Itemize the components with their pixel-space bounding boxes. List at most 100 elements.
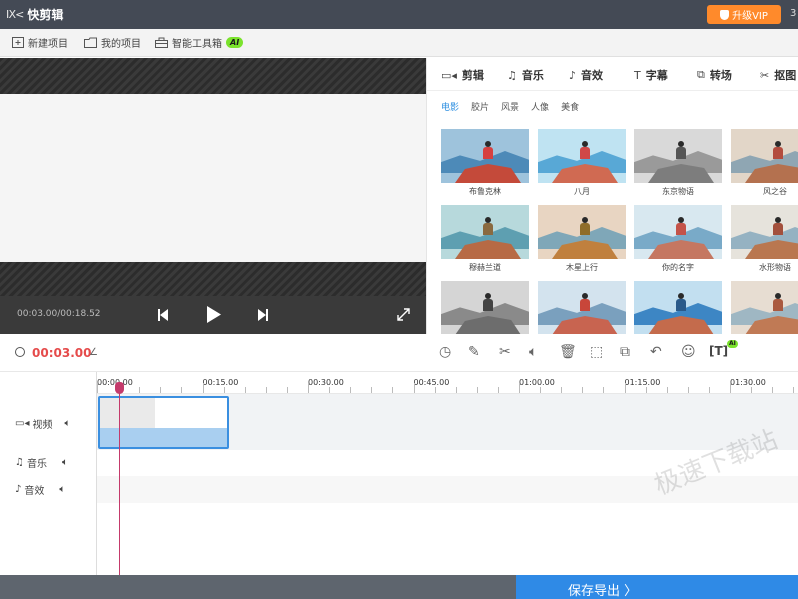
- filter-thumbnail[interactable]: [441, 205, 529, 259]
- speed-icon[interactable]: ◷: [439, 344, 451, 360]
- ruler-minor-tick: [223, 387, 225, 393]
- tab-sfx[interactable]: ♪ 音效: [569, 67, 603, 83]
- my-projects-button[interactable]: 我的项目: [84, 35, 141, 50]
- sticker-icon[interactable]: ☺: [681, 344, 696, 360]
- thumb-person: [483, 217, 493, 241]
- preview-letterbox-top: [0, 58, 426, 94]
- ruler-tick: [308, 383, 309, 393]
- playhead-line: [119, 384, 120, 575]
- tab-cutout[interactable]: ✂ 抠图: [760, 67, 796, 83]
- filter-thumbnail[interactable]: [441, 281, 529, 335]
- undo-icon[interactable]: ↶: [650, 344, 662, 360]
- video-track-label: 视频: [32, 419, 53, 431]
- timeline-ruler[interactable]: 00:00.0000:15.0000:30.0000:45.0001:00.00…: [97, 372, 798, 394]
- tab-transition-label: 转场: [709, 69, 732, 82]
- ai-mini-badge: AI: [727, 340, 738, 348]
- filter-thumbnail[interactable]: [441, 129, 529, 183]
- filter-label: 穆赫兰道: [469, 263, 501, 272]
- current-time: 00:03.00: [32, 346, 92, 360]
- ai-badge: AI: [226, 37, 244, 48]
- ruler-label: 00:30.00: [308, 378, 344, 387]
- ruler-minor-tick: [350, 387, 352, 393]
- music-icon: ♫: [507, 68, 517, 82]
- filter-thumbnail[interactable]: [731, 205, 798, 259]
- track-video: ▭◂ 视频 🔈︎: [0, 408, 97, 438]
- title-bar: Ⅸ< 快剪辑 升级VIP 3: [0, 0, 798, 29]
- filter-label: 八月: [574, 187, 590, 196]
- scissors-icon[interactable]: ✂: [499, 344, 511, 360]
- video-preview[interactable]: 00:03.00/00:18.52: [0, 58, 426, 334]
- tab-edit-label: 剪辑: [461, 69, 484, 82]
- smart-toolbox-button[interactable]: 智能工具箱 AI: [155, 35, 244, 50]
- thumb-person: [580, 293, 590, 317]
- ruler-minor-tick: [329, 387, 331, 393]
- filter-thumbnail[interactable]: [538, 205, 626, 259]
- ruler-tick: [519, 383, 520, 393]
- music-track-icon: ♫: [15, 456, 24, 468]
- folder-icon: [84, 37, 97, 48]
- sfx-track-mute-icon[interactable]: 🔈︎: [59, 484, 65, 495]
- music-track-mute-icon[interactable]: 🔈︎: [62, 457, 68, 468]
- volume-icon[interactable]: 🔈︎: [529, 344, 537, 360]
- subtab-film[interactable]: 胶片: [471, 100, 489, 113]
- menu-bar: 新建项目 我的项目 智能工具箱 AI: [0, 29, 798, 57]
- subtab-food[interactable]: 美食: [561, 100, 579, 113]
- app-logo-icon: Ⅸ<: [6, 8, 24, 21]
- ruler-minor-tick: [687, 387, 689, 393]
- thumb-person: [773, 141, 783, 165]
- tab-transition[interactable]: ⧉ 转场: [697, 67, 732, 83]
- ruler-tick: [97, 383, 98, 393]
- ruler-minor-tick: [793, 387, 795, 393]
- thumb-person: [483, 141, 493, 165]
- ai-subtitle-icon[interactable]: [T]: [709, 344, 728, 358]
- ruler-minor-tick: [371, 387, 373, 393]
- filter-thumbnail[interactable]: [634, 281, 722, 335]
- filter-thumbnail[interactable]: [634, 129, 722, 183]
- filter-thumbnail[interactable]: [538, 129, 626, 183]
- tab-music[interactable]: ♫ 音乐: [507, 67, 544, 83]
- new-project-icon: [12, 37, 24, 48]
- previous-frame-icon[interactable]: [158, 309, 168, 321]
- toolbox-icon: [155, 37, 168, 48]
- thumb-person: [676, 293, 686, 317]
- window-control[interactable]: 3: [790, 8, 796, 19]
- upgrade-vip-button[interactable]: 升级VIP: [707, 5, 781, 24]
- tab-edit[interactable]: ▭◂ 剪辑: [441, 67, 484, 83]
- new-project-button[interactable]: 新建项目: [12, 35, 68, 50]
- filter-thumbnail[interactable]: [731, 281, 798, 335]
- video-clip[interactable]: [98, 396, 229, 449]
- my-projects-label: 我的项目: [101, 39, 141, 50]
- subtab-landscape[interactable]: 风景: [501, 100, 519, 113]
- ruler-minor-tick: [139, 387, 141, 393]
- text-icon: T: [634, 68, 641, 82]
- edit-icon: ▭◂: [441, 68, 457, 82]
- sfx-track-icon: ♪: [15, 483, 22, 495]
- filter-label: 东京物语: [662, 187, 694, 196]
- pencil-icon[interactable]: ✎: [468, 344, 480, 360]
- filter-thumbnail[interactable]: [634, 205, 722, 259]
- playhead-handle[interactable]: [115, 382, 124, 394]
- filter-thumbnail[interactable]: [731, 129, 798, 183]
- player-controls: 00:03.00/00:18.52: [0, 296, 426, 334]
- ruler-minor-tick: [603, 387, 605, 393]
- crop-icon[interactable]: ⬚: [590, 344, 603, 360]
- ruler-label: 01:00.00: [519, 378, 555, 387]
- thumb-person: [773, 217, 783, 241]
- delete-icon[interactable]: 🗑︎: [559, 344, 577, 360]
- copy-icon[interactable]: ⧉: [620, 344, 630, 360]
- smart-toolbox-label: 智能工具箱: [172, 39, 222, 50]
- edit-time-icon[interactable]: ∠: [89, 347, 98, 358]
- ruler-minor-tick: [265, 387, 267, 393]
- ruler-minor-tick: [497, 387, 499, 393]
- subtab-portrait[interactable]: 人像: [531, 100, 549, 113]
- music-track-label: 音乐: [26, 458, 47, 470]
- next-frame-icon[interactable]: [258, 309, 268, 321]
- fullscreen-icon[interactable]: [397, 308, 410, 321]
- video-track-mute-icon[interactable]: 🔈︎: [64, 418, 70, 429]
- save-export-button[interactable]: 保存导出 〉: [516, 575, 798, 599]
- subtab-movie[interactable]: 电影: [441, 100, 459, 113]
- play-icon[interactable]: [207, 306, 221, 323]
- filter-thumbnail[interactable]: [538, 281, 626, 335]
- tab-subtitle[interactable]: T 字幕: [634, 67, 668, 83]
- thumb-person: [773, 293, 783, 317]
